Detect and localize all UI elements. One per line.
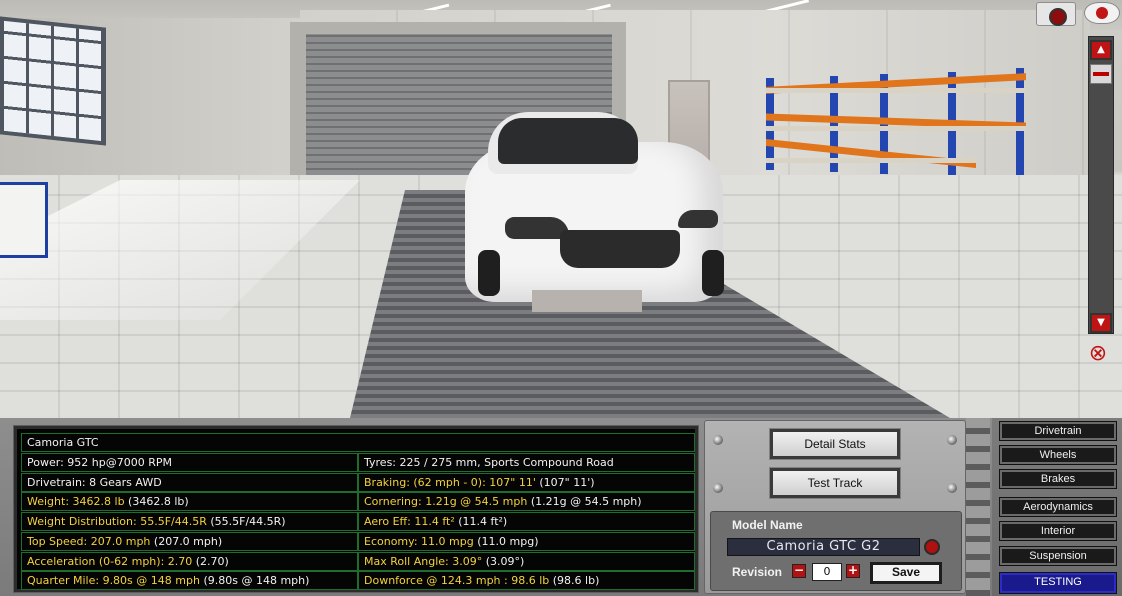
stat-original-value: (9.80s @ 148 mph)	[199, 574, 310, 588]
stat-row: Downforce @ 124.3 mph : 98.6 lb (98.6 lb…	[358, 571, 695, 591]
car-wheel	[702, 250, 724, 296]
stat-original-value: (1.21g @ 54.5 mph)	[527, 495, 642, 509]
revision-decrement-button[interactable]: −	[792, 564, 806, 578]
eye-crossed-icon[interactable]: ⊗	[1080, 342, 1116, 366]
car-title-text: Camoria GTC	[27, 436, 99, 449]
car-stats-table: Camoria GTC Power: 952 hp@7000 RPM Drivet…	[13, 425, 699, 593]
stat-label: Acceleration (0-62 mph): 2.70	[27, 554, 193, 568]
tab-testing[interactable]: TESTING	[999, 572, 1117, 594]
stat-label: Tyres: 225 / 275 mm, Sports Compound Roa…	[364, 456, 614, 469]
camera-icon[interactable]	[1036, 2, 1076, 26]
stat-row: Max Roll Angle: 3.09° (3.09°)	[358, 551, 695, 571]
stat-label: Aero Eff: 11.4 ft²	[364, 515, 455, 529]
stat-label: Weight Distribution: 55.5F/44.5R	[27, 515, 207, 529]
bottom-panel: Camoria GTC Power: 952 hp@7000 RPM Drivet…	[0, 418, 1122, 596]
chevron-up-icon[interactable]: ▲	[1090, 40, 1112, 60]
stat-label: Weight: 3462.8 lb	[27, 495, 125, 509]
tool-cabinet	[0, 182, 48, 258]
stat-original-value: (98.6 lb)	[549, 574, 600, 588]
stat-row: Acceleration (0-62 mph): 2.70 (2.70)	[21, 551, 358, 571]
car-grille	[560, 230, 680, 268]
test-track-button[interactable]: Test Track	[769, 467, 901, 499]
rivet-decoration	[713, 435, 723, 445]
tab-brakes[interactable]: Brakes	[999, 469, 1117, 489]
stat-original-value: (2.70)	[192, 554, 229, 568]
revision-value: 0	[812, 563, 842, 581]
stat-row: Aero Eff: 11.4 ft² (11.4 ft²)	[358, 512, 695, 532]
car-lift-jack	[532, 290, 642, 312]
stat-row: Weight Distribution: 55.5F/44.5R (55.5F/…	[21, 512, 358, 532]
stat-label: Economy: 11.0 mpg	[364, 534, 474, 548]
rivet-decoration	[713, 483, 723, 493]
stat-row: Economy: 11.0 mpg (11.0 mpg)	[358, 531, 695, 551]
tab-wheels[interactable]: Wheels	[999, 445, 1117, 465]
tab-suspension[interactable]: Suspension	[999, 546, 1117, 566]
stat-row: Quarter Mile: 9.80s @ 148 mph (9.80s @ 1…	[21, 571, 358, 591]
stat-label: Downforce @ 124.3 mph : 98.6 lb	[364, 574, 550, 588]
chain-decoration	[966, 418, 990, 596]
rivet-decoration	[947, 435, 957, 445]
stat-label: Max Roll Angle: 3.09°	[364, 554, 483, 568]
rivet-decoration	[947, 483, 957, 493]
stat-original-value: (11.4 ft²)	[454, 515, 508, 529]
car-model[interactable]	[460, 112, 728, 312]
stat-label: Top Speed: 207.0 mph	[27, 534, 151, 548]
stat-label: Braking: (62 mph - 0): 107" 11'	[364, 475, 536, 489]
stat-row: Tyres: 225 / 275 mm, Sports Compound Roa…	[358, 453, 695, 472]
stat-original-value: (11.0 mpg)	[473, 534, 539, 548]
zoom-slider-thumb[interactable]	[1090, 64, 1112, 84]
stat-row: Top Speed: 207.0 mph (207.0 mph)	[21, 531, 358, 551]
refresh-icon[interactable]	[924, 539, 940, 555]
revision-label: Revision	[732, 565, 783, 579]
stat-label: Quarter Mile: 9.80s @ 148 mph	[27, 574, 200, 588]
tab-aerodynamics[interactable]: Aerodynamics	[999, 497, 1117, 517]
stat-label: Power: 952 hp@7000 RPM	[27, 456, 172, 469]
tab-interior[interactable]: Interior	[999, 521, 1117, 541]
eye-icon[interactable]	[1084, 2, 1120, 24]
car-wheel	[478, 250, 500, 296]
garage-window	[0, 16, 106, 146]
save-button[interactable]: Save	[870, 562, 942, 584]
chevron-down-icon[interactable]: ▼	[1090, 313, 1112, 333]
stat-row: Braking: (62 mph - 0): 107" 11' (107" 11…	[358, 472, 695, 492]
stat-original-value: (207.0 mph)	[150, 534, 223, 548]
model-name-field[interactable]: Camoria GTC G2	[727, 538, 920, 556]
car-headlight-right	[678, 210, 718, 228]
stat-original-value: (55.5F/44.5R)	[206, 515, 286, 529]
stat-original-value: (3.09°)	[482, 554, 525, 568]
stat-original-value: (107" 11')	[535, 475, 595, 489]
stat-row: Cornering: 1.21g @ 54.5 mph (1.21g @ 54.…	[358, 492, 695, 512]
garage-3d-viewport[interactable]: ▲ ▼ ⊗	[0, 0, 1122, 418]
stat-original-value: (3462.8 lb)	[124, 495, 189, 509]
car-windshield	[498, 118, 638, 164]
stat-label: Drivetrain: 8 Gears AWD	[27, 475, 162, 489]
tab-drivetrain[interactable]: Drivetrain	[999, 421, 1117, 441]
car-title: Camoria GTC	[21, 433, 695, 452]
stat-row: Weight: 3462.8 lb (3462.8 lb)	[21, 492, 358, 512]
stat-row: Power: 952 hp@7000 RPM	[21, 453, 358, 472]
model-name-label: Model Name	[732, 518, 803, 532]
stat-row: Drivetrain: 8 Gears AWD	[21, 472, 358, 492]
detail-stats-button[interactable]: Detail Stats	[769, 428, 901, 460]
revision-increment-button[interactable]: +	[846, 564, 860, 578]
stat-label: Cornering: 1.21g @ 54.5 mph	[364, 495, 528, 509]
